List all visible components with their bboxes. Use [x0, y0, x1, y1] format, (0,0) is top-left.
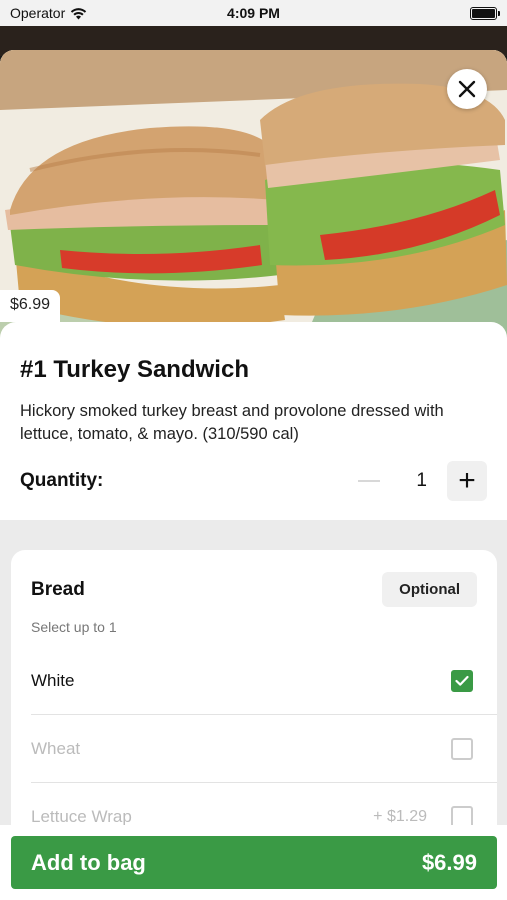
option-label: Wheat: [31, 738, 81, 758]
product-sheet: $6.99 #1 Turkey Sandwich Hickory smoked …: [0, 50, 507, 900]
wifi-icon: [71, 7, 87, 19]
close-button[interactable]: [447, 69, 487, 109]
add-to-bag-button[interactable]: Add to bag $6.99: [11, 836, 497, 889]
optional-badge: Optional: [382, 572, 477, 607]
product-info: #1 Turkey Sandwich Hickory smoked turkey…: [0, 322, 507, 520]
quantity-row: Quantity: 1 +: [20, 461, 487, 501]
carrier-label: Operator: [10, 5, 66, 21]
quantity-value: 1: [416, 470, 427, 491]
checkbox[interactable]: [451, 737, 473, 760]
option-price: + $1.29: [373, 807, 427, 825]
price-tag: $6.99: [0, 290, 61, 322]
add-to-bag-price: $6.99: [421, 849, 477, 875]
bottom-bar: Add to bag $6.99: [0, 825, 507, 900]
product-title: #1 Turkey Sandwich: [20, 356, 249, 383]
quantity-label: Quantity:: [20, 470, 104, 491]
battery-icon: [470, 6, 500, 20]
add-to-bag-label: Add to bag: [31, 849, 146, 875]
status-bar: Operator 4:09 PM: [0, 0, 507, 26]
option-wheat[interactable]: Wheat: [31, 715, 497, 783]
close-icon: [458, 80, 476, 98]
option-white[interactable]: White: [31, 647, 497, 715]
selection-hint: Select up to 1: [31, 619, 117, 635]
product-image: [0, 50, 507, 350]
clock: 4:09 PM: [227, 5, 280, 21]
product-description: Hickory smoked turkey breast and provolo…: [20, 402, 444, 443]
checkbox[interactable]: [451, 669, 473, 692]
option-label: Lettuce Wrap: [31, 806, 132, 826]
decrement-button[interactable]: [358, 480, 381, 482]
check-icon: [455, 675, 469, 686]
option-label: White: [31, 670, 75, 690]
increment-button[interactable]: +: [447, 461, 487, 501]
quantity-stepper: 1 +: [358, 461, 487, 501]
section-heading: Bread: [31, 578, 85, 600]
